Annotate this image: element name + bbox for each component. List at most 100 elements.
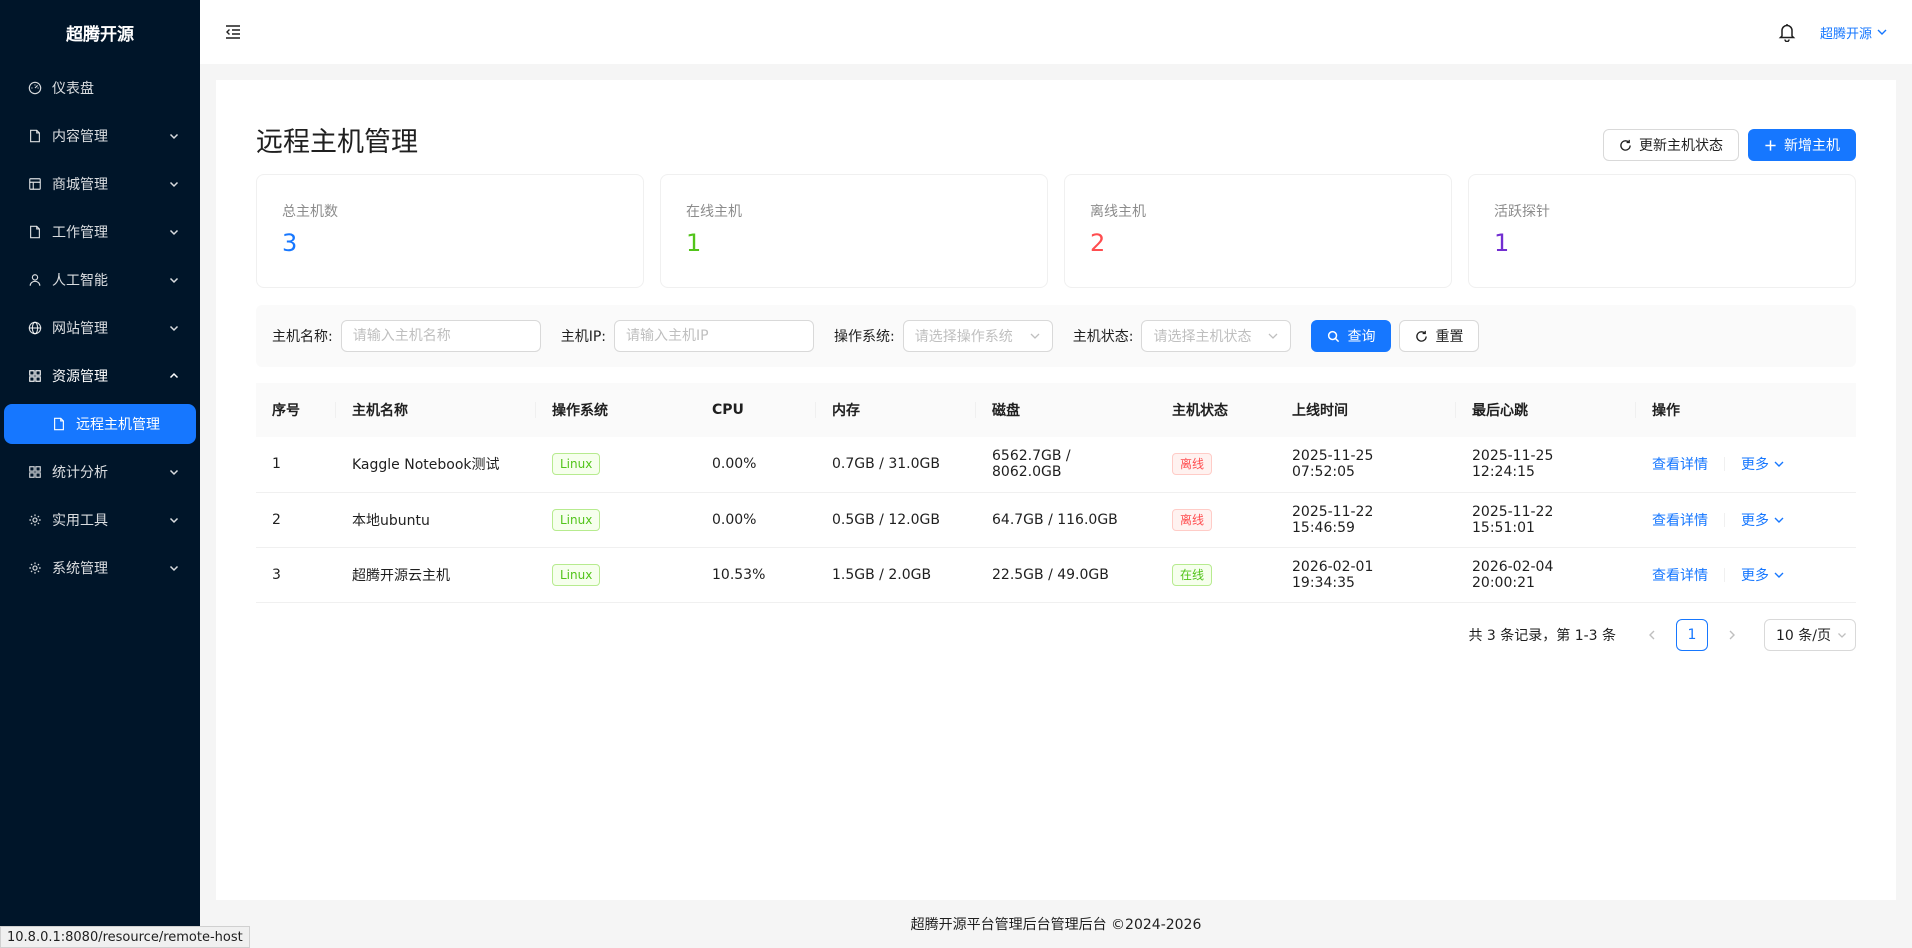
stat-value: 3	[282, 229, 298, 257]
col-header: 操作系统	[536, 383, 696, 437]
filter-bar: 主机名称: 主机IP: 操作系统: 请选择操作系统 主机状态: 请选择主机状态 …	[256, 305, 1856, 367]
chevron-down-icon	[168, 226, 180, 238]
col-header: 操作	[1636, 383, 1856, 437]
chevron-down-icon	[1268, 333, 1278, 339]
host-ip-input[interactable]	[614, 320, 815, 352]
view-detail-link[interactable]: 查看详情	[1652, 565, 1708, 585]
col-header: 主机状态	[1156, 383, 1276, 437]
stats-row: 总主机数 3 在线主机 1 离线主机 2 活跃探针 1	[256, 174, 1856, 288]
refresh-status-button[interactable]: 更新主机状态	[1603, 129, 1739, 161]
reload-icon	[1416, 330, 1428, 342]
sidebar: 超腾开源 仪表盘 内容管理 商城管理 工作管理 人工智能 网站管理 资源管理 远…	[0, 0, 200, 948]
host-name-input[interactable]	[340, 320, 541, 352]
sidebar-item-website[interactable]: 网站管理	[0, 304, 200, 352]
chevron-down-icon	[1774, 517, 1784, 523]
main-content: 远程主机管理 更新主机状态 新增主机 总主机数 3 在线主机 1 离线主机 2 …	[216, 80, 1896, 900]
file-icon	[52, 417, 66, 431]
page-title: 远程主机管理	[256, 126, 418, 158]
menu-fold-icon[interactable]	[224, 23, 242, 41]
sidebar-item-shop[interactable]: 商城管理	[0, 160, 200, 208]
sidebar-logo: 超腾开源	[66, 24, 134, 45]
more-dropdown[interactable]: 更多	[1741, 454, 1785, 474]
search-button[interactable]: 查询	[1311, 320, 1392, 352]
status-select[interactable]: 请选择主机状态	[1141, 320, 1292, 352]
stat-value: 1	[1494, 229, 1510, 257]
table-header-row: 序号 主机名称 操作系统 CPU 内存 磁盘 主机状态 上线时间 最后心跳 操作	[256, 383, 1856, 437]
sidebar-item-work[interactable]: 工作管理	[0, 208, 200, 256]
page-1-button[interactable]: 1	[1676, 618, 1709, 651]
host-table: 序号 主机名称 操作系统 CPU 内存 磁盘 主机状态 上线时间 最后心跳 操作…	[256, 383, 1856, 603]
more-dropdown[interactable]: 更多	[1741, 565, 1785, 585]
stat-card-online: 在线主机 1	[660, 174, 1048, 288]
chevron-down-icon	[168, 178, 180, 190]
reload-icon	[1620, 139, 1631, 151]
os-tag: Linux	[552, 508, 601, 531]
table-row: 1 Kaggle Notebook测试 Linux 0.00% 0.7GB / …	[256, 437, 1856, 493]
file-icon	[28, 225, 42, 239]
prev-page-button[interactable]	[1636, 619, 1668, 651]
user-menu[interactable]: 超腾开源	[1820, 23, 1888, 42]
table-row: 3 超腾开源云主机 Linux 10.53% 1.5GB / 2.0GB 22.…	[256, 547, 1856, 603]
globe-icon	[28, 321, 42, 335]
sidebar-item-tools[interactable]: 实用工具	[0, 496, 200, 544]
appstore-icon	[28, 369, 42, 383]
add-host-button[interactable]: 新增主机	[1748, 129, 1856, 161]
stat-value: 2	[1090, 229, 1106, 257]
view-detail-link[interactable]: 查看详情	[1652, 454, 1708, 474]
user-icon	[28, 273, 42, 287]
header-right: 超腾开源	[1778, 22, 1888, 42]
chevron-down-icon	[1877, 29, 1887, 35]
sidebar-item-stats[interactable]: 统计分析	[0, 448, 200, 496]
more-dropdown[interactable]: 更多	[1741, 510, 1785, 530]
sidebar-item-content[interactable]: 内容管理	[0, 112, 200, 160]
chevron-left-icon	[1649, 630, 1655, 639]
chevron-down-icon	[168, 466, 180, 478]
os-tag: Linux	[552, 563, 601, 586]
stat-card-offline: 离线主机 2	[1064, 174, 1452, 288]
bell-icon[interactable]	[1778, 22, 1796, 42]
stat-card-total: 总主机数 3	[256, 174, 644, 288]
shop-icon	[28, 177, 42, 191]
col-header: CPU	[696, 383, 816, 437]
head-actions: 更新主机状态 新增主机	[1603, 129, 1856, 161]
reset-button[interactable]: 重置	[1399, 320, 1480, 352]
sidebar-item-resource[interactable]: 资源管理	[0, 352, 200, 400]
table-row: 2 本地ubuntu Linux 0.00% 0.5GB / 12.0GB 64…	[256, 492, 1856, 548]
browser-status-url: 10.8.0.1:8080/resource/remote-host	[0, 926, 250, 948]
view-detail-link[interactable]: 查看详情	[1652, 510, 1708, 530]
sidebar-subitem-remote-host[interactable]: 远程主机管理	[4, 404, 196, 444]
plus-icon	[1765, 139, 1776, 151]
stat-value: 1	[686, 229, 702, 257]
col-header: 磁盘	[976, 383, 1156, 437]
chevron-down-icon	[1030, 333, 1040, 339]
search-icon	[1328, 330, 1340, 342]
sidebar-item-system[interactable]: 系统管理	[0, 544, 200, 592]
os-select[interactable]: 请选择操作系统	[902, 320, 1053, 352]
chevron-down-icon	[168, 562, 180, 574]
chevron-down-icon	[168, 322, 180, 334]
col-header: 序号	[256, 383, 336, 437]
page-head: 远程主机管理 更新主机状态 新增主机	[256, 118, 1856, 161]
next-page-button[interactable]	[1716, 619, 1748, 651]
appstore-icon	[28, 465, 42, 479]
chevron-right-icon	[1729, 630, 1736, 639]
status-badge: 在线	[1172, 563, 1213, 586]
chevron-down-icon	[168, 274, 180, 286]
page-size-select[interactable]: 10 条/页	[1764, 618, 1856, 651]
chevron-up-icon	[168, 370, 180, 382]
col-header: 内存	[816, 383, 976, 437]
sidebar-item-ai[interactable]: 人工智能	[0, 256, 200, 304]
chevron-down-icon	[168, 514, 180, 526]
page-footer: 超腾开源平台管理后台管理后台 ©2024-2026	[910, 917, 1202, 933]
col-header: 主机名称	[336, 383, 536, 437]
sidebar-item-dashboard[interactable]: 仪表盘	[0, 64, 200, 112]
chevron-down-icon	[168, 130, 180, 142]
pagination-total: 共 3 条记录，第 1-3 条	[1468, 627, 1617, 644]
status-badge: 离线	[1172, 508, 1213, 531]
gear-icon	[28, 561, 42, 575]
col-header: 上线时间	[1276, 383, 1456, 437]
sidebar-menu: 仪表盘 内容管理 商城管理 工作管理 人工智能 网站管理 资源管理 远程主机管理…	[0, 64, 200, 592]
chevron-down-icon	[1774, 461, 1784, 468]
dashboard-icon	[28, 81, 42, 95]
stat-card-probe: 活跃探针 1	[1468, 174, 1856, 288]
